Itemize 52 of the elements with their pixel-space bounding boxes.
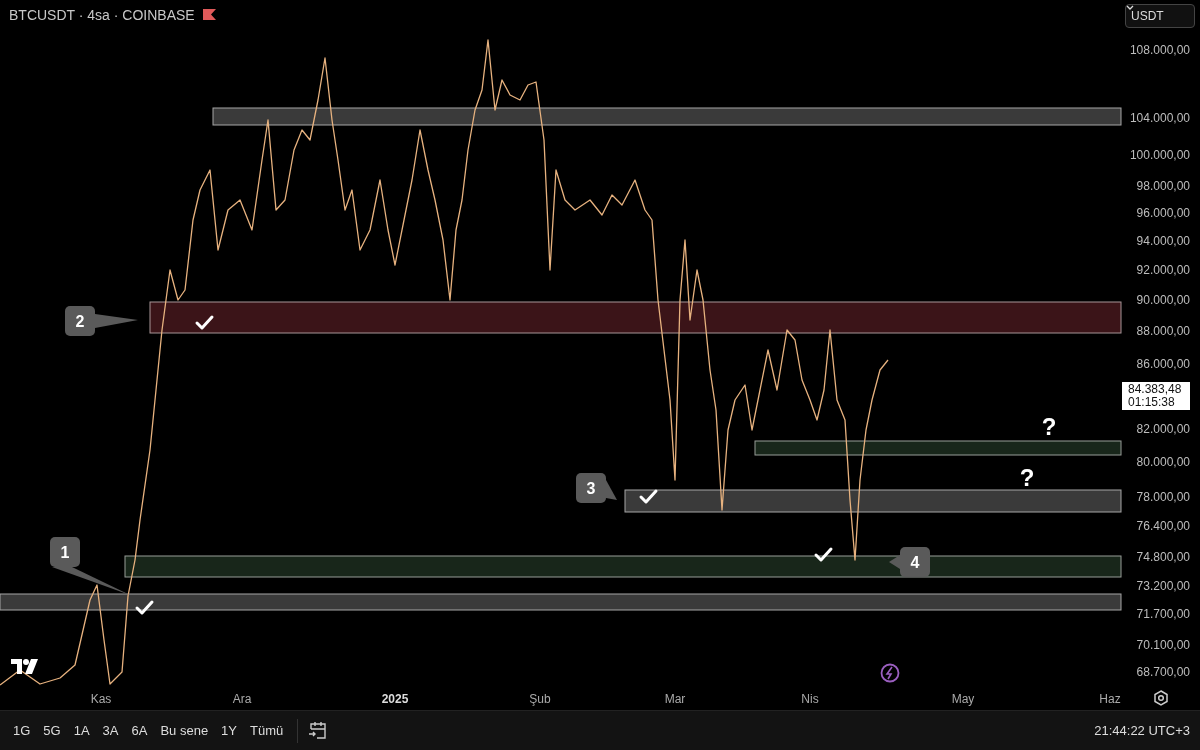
question-mark: ?	[1019, 464, 1035, 492]
time-axis-label: Nis	[801, 692, 819, 706]
time-axis-label: Haz	[1099, 692, 1121, 706]
currency-dropdown[interactable]: USDT	[1125, 4, 1195, 28]
price-tick-label: 98.000,00	[1136, 179, 1190, 193]
lightning-icon[interactable]	[880, 663, 900, 683]
time-axis-label: Şub	[529, 692, 551, 706]
price-tick-label: 73.200,00	[1136, 579, 1190, 593]
price-tick-label: 86.000,00	[1136, 357, 1190, 371]
price-tick-label: 71.700,00	[1136, 607, 1190, 621]
logo-icon	[11, 659, 38, 674]
price-tick-label: 90.000,00	[1136, 293, 1190, 307]
settings-icon[interactable]	[1154, 690, 1168, 706]
calendar-icon[interactable]	[308, 721, 329, 740]
price-tick-label: 104.000,00	[1129, 111, 1190, 125]
check-icon	[195, 315, 214, 330]
price-tick-label: 74.800,00	[1136, 550, 1190, 564]
flag-icon[interactable]	[203, 9, 216, 20]
range-button[interactable]: 6A	[126, 720, 153, 741]
range-button[interactable]: 1Y	[216, 720, 242, 741]
candle-countdown: 01:15:38	[1128, 396, 1176, 409]
time-axis-label: Ara	[232, 692, 252, 706]
time-axis-label: Kas	[90, 692, 112, 706]
price-tick-label: 96.000,00	[1136, 206, 1190, 220]
range-button[interactable]: Tümü	[245, 720, 289, 741]
time-axis-label: May	[951, 692, 975, 706]
caret-icon	[1126, 5, 1134, 10]
price-tick-label: 100.000,00	[1129, 148, 1190, 162]
price-tick-label: 108.000,00	[1129, 43, 1190, 57]
check-icon	[639, 489, 658, 504]
check-icon	[814, 547, 833, 562]
range-button[interactable]: 3A	[97, 720, 124, 741]
current-price: 84.383,48	[1128, 383, 1183, 396]
price-tick-label: 80.000,00	[1136, 455, 1190, 469]
price-tick-label: 78.000,00	[1136, 490, 1190, 504]
price-tick-label: 82.000,00	[1136, 422, 1190, 436]
price-tick-label: 68.700,00	[1136, 665, 1190, 679]
range-button[interactable]: 1A	[68, 720, 95, 741]
question-mark: ?	[1041, 413, 1057, 441]
price-tick-label: 92.000,00	[1136, 263, 1190, 277]
range-button[interactable]: 5G	[38, 720, 66, 741]
time-axis-label: 2025	[381, 692, 409, 706]
check-icon	[135, 600, 154, 615]
price-tick-label: 76.400,00	[1136, 519, 1190, 533]
clock-label: 21:44:22 UTC+3	[1094, 723, 1190, 738]
price-tick-label: 88.000,00	[1136, 324, 1190, 338]
symbol-title: BTCUSDT · 4sa · COINBASE	[9, 7, 195, 23]
price-tick-label: 70.100,00	[1136, 638, 1190, 652]
price-tick-label: 94.000,00	[1136, 234, 1190, 248]
range-button[interactable]: 1G	[8, 720, 36, 741]
range-button[interactable]: Bu sene	[155, 720, 214, 741]
time-axis-label: Mar	[664, 692, 686, 706]
